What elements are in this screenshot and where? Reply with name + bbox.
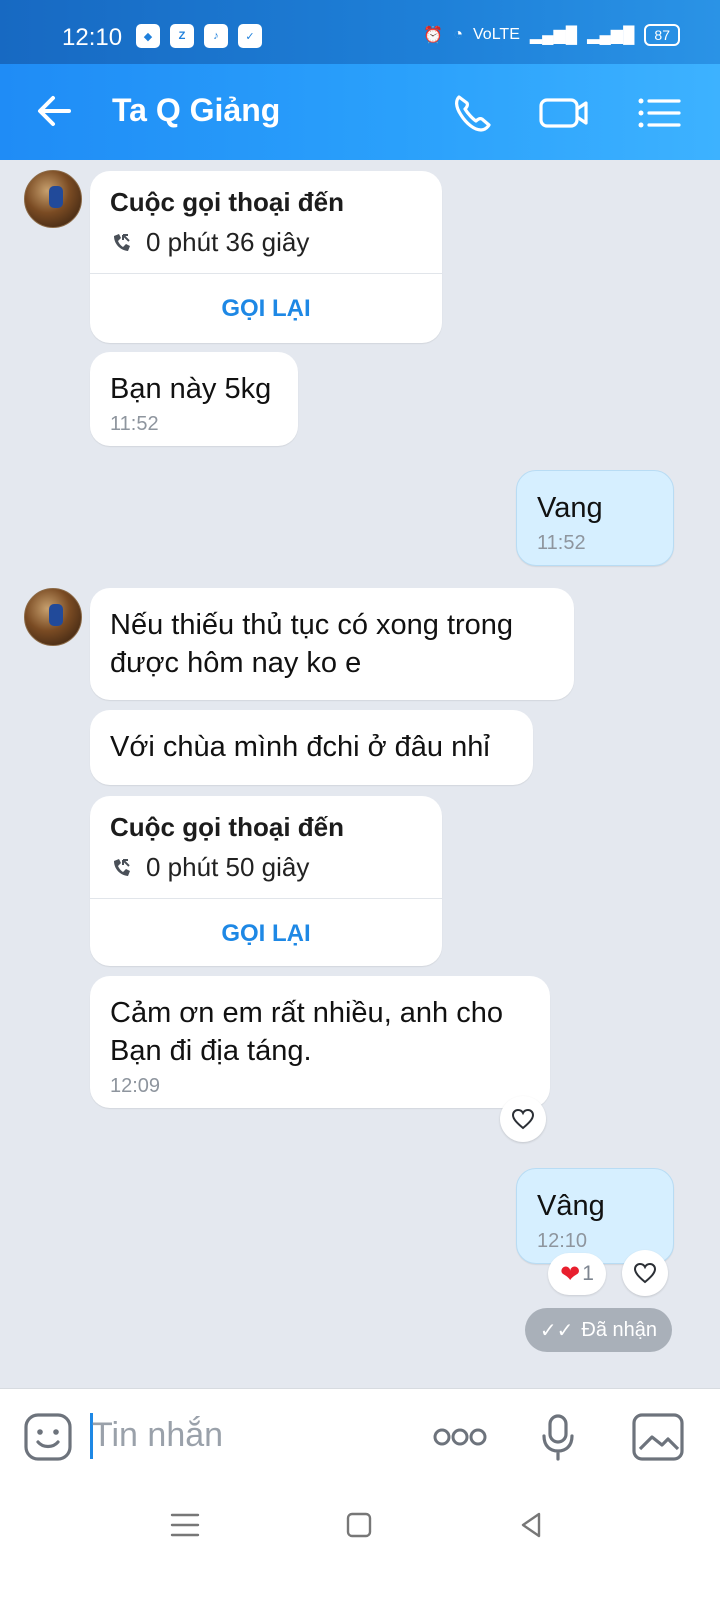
- message-bubble[interactable]: Với chùa mình đchi ở đâu nhỉ: [90, 710, 533, 785]
- message-time: 11:52: [537, 532, 586, 554]
- menu-list-icon[interactable]: [632, 88, 688, 138]
- contact-avatar[interactable]: [24, 588, 82, 646]
- status-bar: 12:10 ◆ Z ♪ ✓ ⏰ ◔ VoLTE ▂▄▆█ ▂▄▆█ 87: [0, 0, 720, 64]
- notification-icons: ◆ Z ♪ ✓: [136, 24, 262, 48]
- incoming-call-icon: [114, 858, 130, 876]
- heart-filled-icon: ❤: [560, 1260, 581, 1288]
- sticker-emoji-icon[interactable]: [22, 1411, 74, 1463]
- contact-avatar[interactable]: [24, 170, 82, 228]
- more-options-icon[interactable]: [432, 1425, 488, 1449]
- reaction-summary[interactable]: ❤ 1: [548, 1253, 606, 1295]
- zalo-icon: Z: [170, 24, 194, 48]
- incoming-call-icon: [114, 233, 130, 251]
- call-back-button[interactable]: GỌI LẠI: [90, 275, 442, 343]
- call-duration-text: 0 phút 50 giây: [146, 852, 310, 882]
- system-status-icons: ⏰ ◔ VoLTE ▂▄▆█ ▂▄▆█ 87: [423, 24, 680, 46]
- delivery-status-text: Đã nhận: [581, 1318, 657, 1341]
- message-time: 12:09: [110, 1075, 161, 1097]
- incoming-call-card: Cuộc gọi thoại đến 0 phút 36 giây GỌI LẠ…: [90, 171, 442, 343]
- home-icon[interactable]: [344, 1510, 374, 1540]
- call-duration: 0 phút 36 giây: [110, 227, 309, 258]
- message-input[interactable]: Tin nhắn: [92, 1407, 402, 1463]
- microphone-icon[interactable]: [536, 1411, 580, 1463]
- message-text: Với chùa mình đchi ở đâu nhỉ: [110, 731, 490, 763]
- message-text: Bạn này 5kg: [110, 373, 272, 405]
- divider: [90, 273, 442, 274]
- message-text: Nếu thiếu thủ tục có xong trong được hôm…: [110, 609, 514, 679]
- message-composer: Tin nhắn: [0, 1388, 720, 1485]
- sent-message-bubble[interactable]: Vâng 12:10: [516, 1168, 674, 1264]
- call-back-button[interactable]: GỌI LẠI: [90, 900, 442, 966]
- call-duration: 0 phút 50 giây: [110, 852, 309, 883]
- system-navigation-bar: [0, 1484, 720, 1604]
- message-bubble[interactable]: Bạn này 5kg 11:52: [90, 352, 298, 446]
- vpn-icon: ◆: [136, 24, 160, 48]
- react-heart-button[interactable]: [500, 1096, 546, 1142]
- message-time: 11:52: [110, 413, 159, 435]
- double-check-icon: ✓✓: [539, 1319, 574, 1342]
- divider: [90, 898, 442, 899]
- message-text: Vâng: [537, 1190, 605, 1222]
- delivery-status-badge: ✓✓ Đã nhận: [524, 1308, 672, 1352]
- heart-outline-icon: [633, 1262, 657, 1284]
- check-app-icon: ✓: [238, 24, 262, 48]
- sent-message-bubble[interactable]: Vang 11:52: [516, 470, 674, 566]
- image-gallery-icon[interactable]: [630, 1411, 686, 1463]
- back-arrow-icon[interactable]: [30, 88, 80, 134]
- phone-call-icon[interactable]: [444, 88, 500, 138]
- incoming-call-card: Cuộc gọi thoại đến 0 phút 50 giây GỌI LẠ…: [90, 796, 442, 966]
- video-call-icon[interactable]: [534, 88, 590, 138]
- wifi-icon: ◔: [453, 26, 464, 43]
- react-heart-button[interactable]: [622, 1250, 668, 1296]
- back-icon[interactable]: [516, 1510, 546, 1540]
- call-title: Cuộc gọi thoại đến: [110, 187, 344, 217]
- battery-indicator: 87: [644, 24, 680, 46]
- volte-label: VoLTE: [473, 26, 520, 43]
- signal-icon: ▂▄▆█: [529, 27, 578, 44]
- heart-outline-icon: [511, 1108, 535, 1130]
- reaction-count: 1: [582, 1262, 594, 1285]
- message-bubble[interactable]: Cảm ơn em rất nhiều, anh cho Bạn đi địa …: [90, 976, 550, 1108]
- status-time: 12:10: [62, 24, 123, 51]
- call-duration-text: 0 phút 36 giây: [146, 227, 310, 257]
- recent-apps-icon[interactable]: [168, 1510, 202, 1540]
- alarm-icon: ⏰: [423, 27, 444, 44]
- tiktok-icon: ♪: [204, 24, 228, 48]
- signal-icon-2: ▂▄▆█: [587, 27, 635, 44]
- message-text: Cảm ơn em rất nhiều, anh cho Bạn đi địa …: [110, 997, 504, 1067]
- message-text: Vang: [537, 492, 603, 524]
- message-bubble[interactable]: Nếu thiếu thủ tục có xong trong được hôm…: [90, 588, 574, 700]
- call-title: Cuộc gọi thoại đến: [110, 812, 344, 842]
- contact-name[interactable]: Ta Q Giảng: [112, 92, 280, 129]
